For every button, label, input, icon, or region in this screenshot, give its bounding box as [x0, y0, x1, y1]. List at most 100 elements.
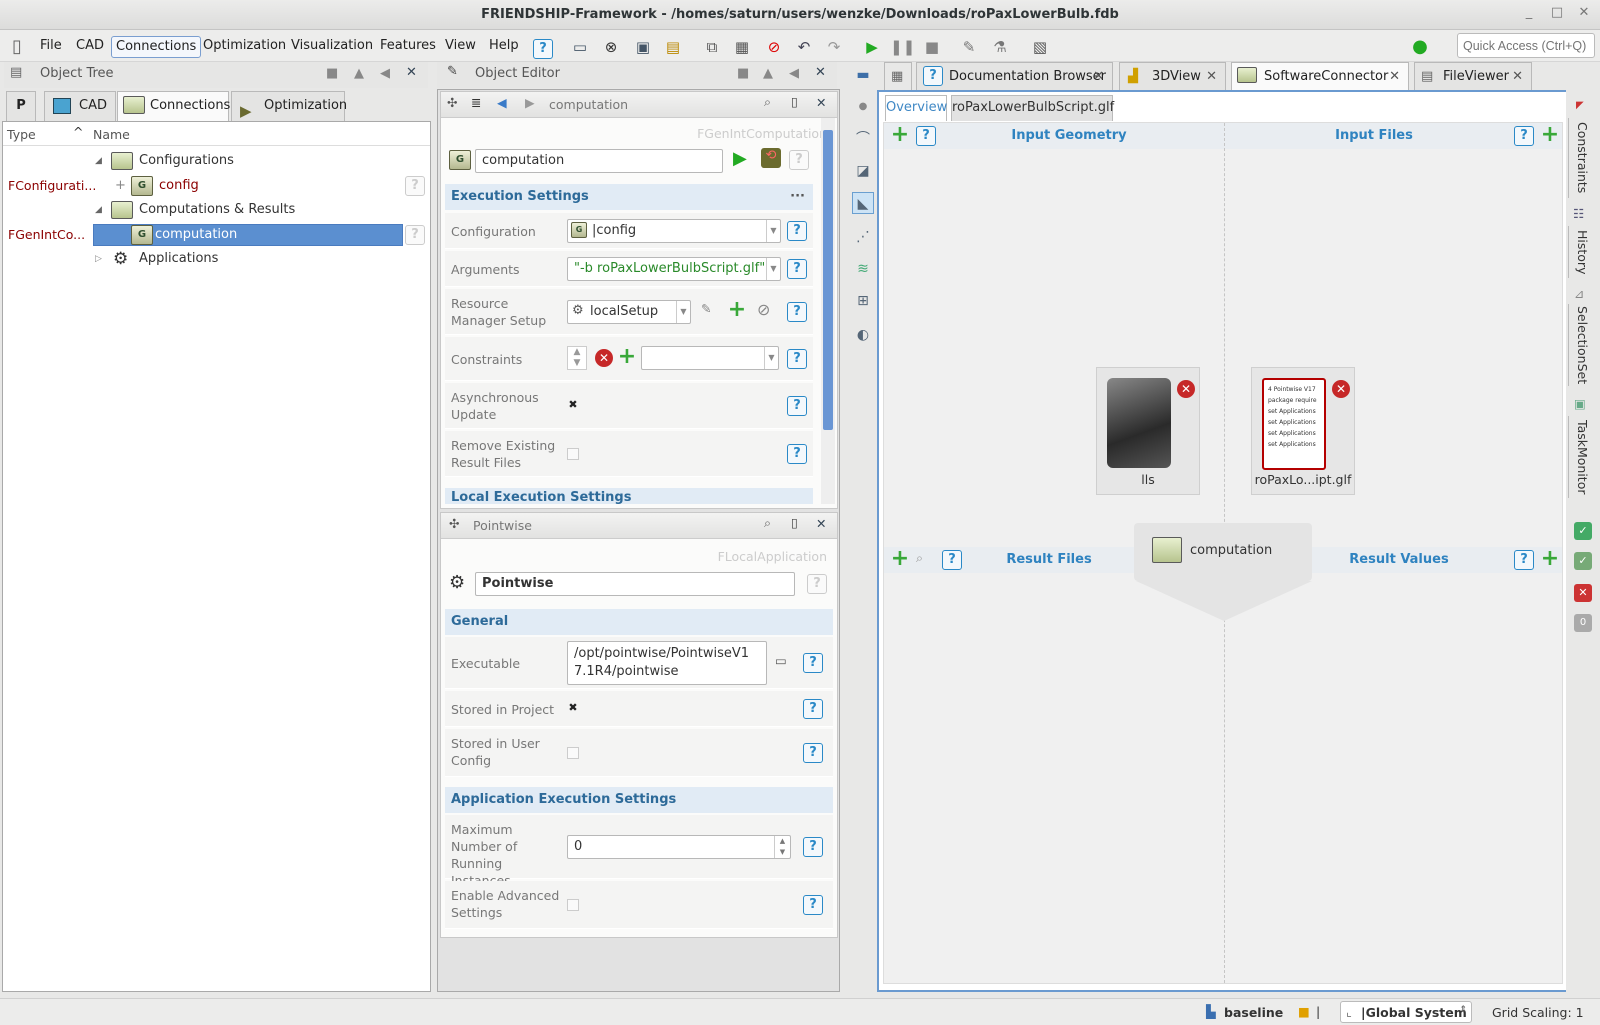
tree-row-applications[interactable]: ▷ ⚙ Applications: [7, 247, 431, 271]
folder-icon[interactable]: ▬: [852, 64, 874, 86]
close-editor-icon[interactable]: ✕: [816, 95, 826, 110]
menu-help[interactable]: Help: [485, 36, 523, 58]
configuration-select[interactable]: G |config ▼: [567, 219, 781, 243]
max-instances-input[interactable]: 0 ▲ ▼: [567, 835, 791, 859]
close-panel-icon[interactable]: ✕: [815, 65, 826, 80]
app-menu-icon[interactable]: ▯: [5, 35, 29, 59]
save-icon[interactable]: ▣: [631, 35, 655, 59]
forward-icon[interactable]: ▶: [525, 95, 535, 110]
tree-row-computation[interactable]: FGenIntCo... G computation ?: [7, 223, 431, 247]
undo-icon[interactable]: ↶: [792, 35, 816, 59]
menu-visualization[interactable]: Visualization: [287, 36, 377, 58]
close-tab-icon[interactable]: ✕: [1389, 63, 1400, 91]
help-icon[interactable]: ?: [787, 302, 807, 322]
more-icon[interactable]: ···: [790, 184, 805, 210]
col-type[interactable]: Type: [7, 127, 36, 142]
point-icon[interactable]: ●: [852, 96, 874, 118]
close-tab-icon[interactable]: ✕: [1093, 63, 1104, 91]
close-icon[interactable]: ✕: [1573, 5, 1595, 25]
quick-access-input[interactable]: [1457, 33, 1595, 58]
maximize-panel-icon[interactable]: ▲: [763, 66, 773, 81]
add-icon[interactable]: +: [617, 346, 637, 368]
minimize-panel-icon[interactable]: ◀: [380, 66, 390, 81]
tab-optimization[interactable]: ▶ Optimization: [231, 91, 347, 121]
help-icon[interactable]: ?: [1514, 126, 1534, 146]
maximize-icon[interactable]: □: [1546, 5, 1568, 25]
paste-icon[interactable]: ▦: [730, 35, 754, 59]
leaf-alt-icon[interactable]: ✓: [1574, 552, 1592, 570]
run-icon[interactable]: ▶: [860, 35, 884, 59]
add-input-geometry-icon[interactable]: +: [890, 124, 910, 146]
help-icon[interactable]: ?: [807, 574, 827, 594]
tab-connections[interactable]: Connections: [117, 91, 230, 121]
close-tab-icon[interactable]: ✕: [1206, 63, 1217, 91]
menu-optimization[interactable]: Optimization: [199, 36, 290, 58]
section-general[interactable]: General: [445, 609, 833, 635]
subtab-overview[interactable]: Overview: [885, 95, 947, 121]
delete-icon[interactable]: ✕: [1177, 380, 1195, 398]
layers-icon[interactable]: ≋: [852, 258, 874, 280]
spinner-icon[interactable]: ▲ ▼: [567, 346, 587, 370]
help-icon[interactable]: ?: [787, 221, 807, 241]
node-script-file[interactable]: 4 Pointwise V17 package require set Appl…: [1251, 367, 1355, 495]
close-project-icon[interactable]: ⊗: [599, 35, 623, 59]
section-local-execution[interactable]: Local Execution Settings: [445, 488, 813, 504]
menu-view[interactable]: View: [441, 36, 480, 58]
computation-name-input[interactable]: computation: [475, 149, 723, 173]
chevron-down-icon[interactable]: ▼: [766, 258, 780, 280]
close-editor-icon[interactable]: ✕: [816, 516, 826, 531]
section-app-execution[interactable]: Application Execution Settings: [445, 787, 833, 813]
copy-icon[interactable]: ▯: [791, 515, 798, 530]
tree-row-configurations[interactable]: ◢ Configurations: [7, 149, 431, 173]
reset-icon[interactable]: ⟲: [761, 148, 781, 168]
select-icon[interactable]: ◣: [852, 192, 874, 214]
menu-cad[interactable]: CAD: [72, 36, 108, 58]
open-folder-icon[interactable]: ▭: [568, 35, 592, 59]
stop-icon[interactable]: ⊘: [762, 35, 786, 59]
help-icon[interactable]: ?: [405, 225, 425, 245]
help-icon[interactable]: ?: [916, 126, 936, 146]
system-select[interactable]: ⌞ |Global System ⇕: [1340, 1001, 1472, 1023]
close-tab-icon[interactable]: ✕: [1512, 63, 1523, 91]
close-panel-icon[interactable]: ✕: [406, 65, 417, 80]
search-icon[interactable]: ⌕: [916, 550, 923, 566]
delete-icon[interactable]: ✕: [595, 349, 613, 367]
add-icon[interactable]: +: [727, 299, 747, 321]
help-icon[interactable]: ?: [405, 176, 425, 196]
surface-icon[interactable]: ◪: [852, 160, 874, 182]
menu-connections[interactable]: Connections: [111, 36, 202, 58]
leaf-icon[interactable]: ✓: [1574, 522, 1592, 540]
pointwise-name-input[interactable]: Pointwise: [475, 572, 795, 596]
tools-icon[interactable]: ⚗: [988, 35, 1012, 59]
minimize-icon[interactable]: _: [1518, 5, 1540, 25]
help-icon[interactable]: ?: [803, 895, 823, 915]
save-as-icon[interactable]: ▤: [661, 35, 685, 59]
expand-icon[interactable]: +: [115, 174, 126, 198]
add-result-file-icon[interactable]: +: [890, 548, 910, 570]
help-icon[interactable]: ?: [789, 150, 809, 170]
pause-icon[interactable]: ❚❚: [890, 35, 915, 59]
side-tab-history[interactable]: History: [1568, 226, 1590, 278]
folder-icon[interactable]: ▭: [775, 653, 787, 668]
chevron-down-icon[interactable]: ▼: [766, 220, 780, 242]
baseline-label[interactable]: baseline: [1224, 1005, 1283, 1020]
help-icon[interactable]: ?: [787, 259, 807, 279]
tab-p[interactable]: P: [6, 91, 36, 121]
advanced-checkbox[interactable]: [567, 899, 579, 911]
tree-row-config[interactable]: FConfigurati... + G config ?: [7, 174, 431, 198]
tab-softwareconnector[interactable]: SoftwareConnector ✕: [1231, 62, 1409, 90]
back-icon[interactable]: ◀: [497, 95, 507, 110]
help-icon[interactable]: ?: [803, 837, 823, 857]
help-icon[interactable]: ?: [1514, 550, 1534, 570]
computation-node[interactable]: computation: [1134, 523, 1312, 581]
curve-icon[interactable]: ⌒: [852, 128, 874, 150]
tab-layout[interactable]: ▦: [884, 62, 912, 90]
help-icon[interactable]: ?: [787, 444, 807, 464]
node-lls[interactable]: ✕ lls: [1096, 367, 1200, 495]
stored-user-checkbox[interactable]: [567, 747, 579, 759]
side-tab-constraints[interactable]: Constraints: [1568, 118, 1590, 198]
float-icon[interactable]: ■: [326, 66, 338, 81]
remove-icon[interactable]: ⊘: [757, 300, 770, 319]
tab-fileviewer[interactable]: ▤ FileViewer ✕: [1414, 62, 1532, 90]
list-icon[interactable]: ≣: [471, 95, 481, 110]
